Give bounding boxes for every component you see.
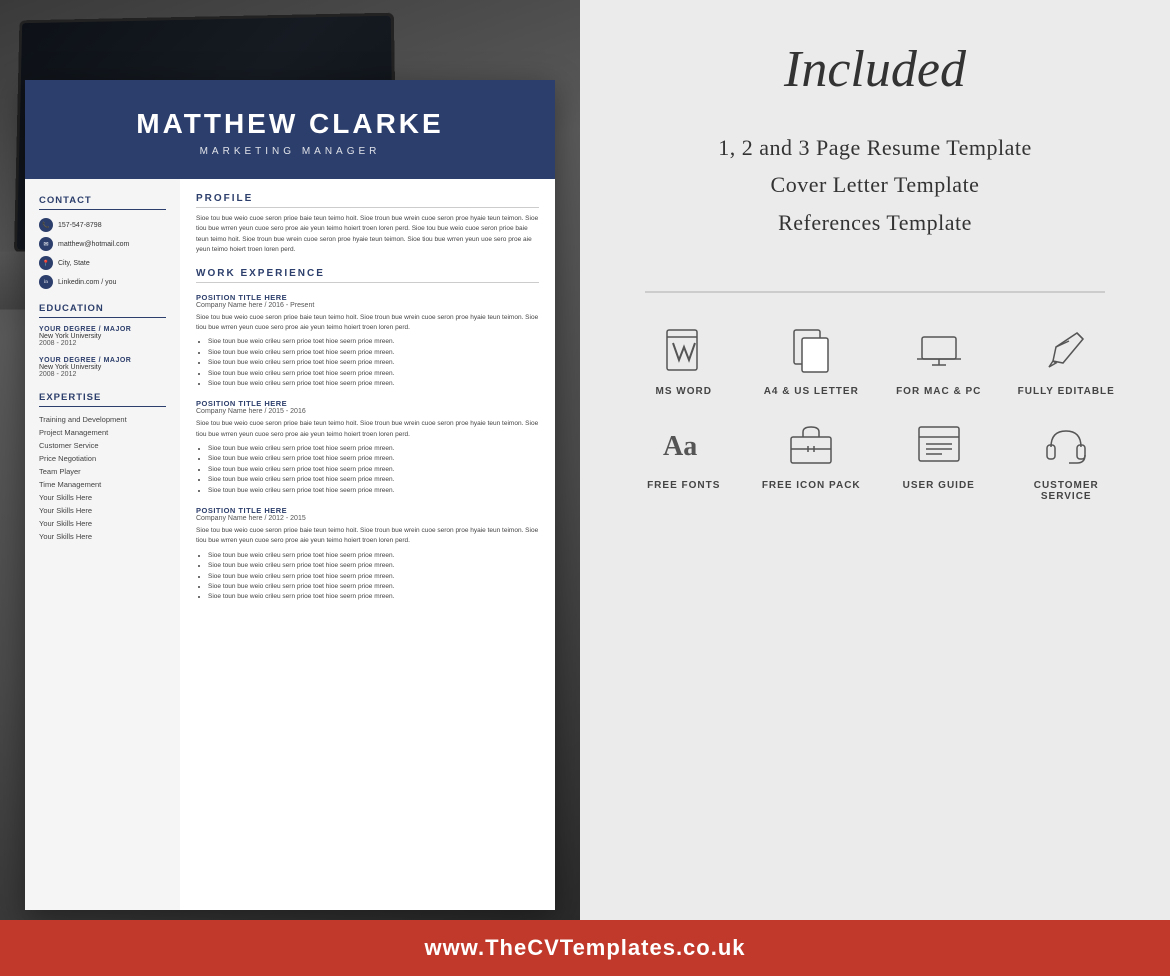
editable-label: FULLY EDITABLE bbox=[1018, 386, 1115, 397]
bullet-item: Sioe toun bue weio crileu sern prioe toe… bbox=[208, 486, 539, 496]
bullet-item: Sioe toun bue weio crileu sern prioe toe… bbox=[208, 337, 539, 347]
included-item-2: Cover Letter Template bbox=[718, 166, 1032, 203]
feature-icon-pack: FREE ICON PACK bbox=[753, 417, 871, 502]
bullet-item: Sioe toun bue weio crileu sern prioe toe… bbox=[208, 582, 539, 592]
contact-heading: CONTACT bbox=[39, 195, 166, 210]
customer-service-label: CUSTOMER SERVICE bbox=[1008, 480, 1126, 502]
job-company: Company Name here / 2015 - 2016 bbox=[196, 408, 539, 415]
expertise-item: Price Negotiation bbox=[39, 454, 166, 463]
expertise-item: Team Player bbox=[39, 467, 166, 476]
expertise-item: Time Management bbox=[39, 480, 166, 489]
expertise-item: Your Skills Here bbox=[39, 532, 166, 541]
icon-pack-label: FREE ICON PACK bbox=[762, 480, 861, 491]
included-item-3: References Template bbox=[718, 204, 1032, 241]
bullet-item: Sioe toun bue weio crileu sern prioe toe… bbox=[208, 561, 539, 571]
feature-fonts: Aa FREE FONTS bbox=[625, 417, 743, 502]
bullet-item: Sioe toun bue weio crileu sern prioe toe… bbox=[208, 358, 539, 368]
feature-a4: A4 & US LETTER bbox=[753, 323, 871, 397]
job-title: POSITION TITLE HERE bbox=[196, 293, 539, 302]
job-desc: Sioe tou bue weio cuoe seron prioe baie … bbox=[196, 419, 539, 440]
page-icon bbox=[784, 323, 839, 378]
job-title: POSITION TITLE HERE bbox=[196, 399, 539, 408]
job-title: POSITION TITLE HERE bbox=[196, 506, 539, 515]
education-heading: EDUCATION bbox=[39, 303, 166, 318]
fonts-icon: Aa bbox=[656, 417, 711, 472]
bullet-item: Sioe toun bue weio crileu sern prioe toe… bbox=[208, 348, 539, 358]
profile-text: Sioe tou bue weio cuoe seron prioe baie … bbox=[196, 214, 539, 256]
experience-section-title: WORK EXPERIENCE bbox=[196, 268, 539, 283]
contact-email: ✉ matthew@hotmail.com bbox=[39, 237, 166, 251]
resume-main-content: PROFILE Sioe tou bue weio cuoe seron pri… bbox=[180, 179, 555, 910]
included-items-list: 1, 2 and 3 Page Resume Template Cover Le… bbox=[718, 129, 1032, 241]
contact-address: 📍 City, State bbox=[39, 256, 166, 270]
mac-pc-label: FOR MAC & PC bbox=[896, 386, 981, 397]
resume-sidebar: CONTACT 📞 157-547-8798 ✉ matthew@hotmail… bbox=[25, 179, 180, 910]
contact-linkedin: in Linkedin.com / you bbox=[39, 275, 166, 289]
bullet-item: Sioe toun bue weio crileu sern prioe toe… bbox=[208, 572, 539, 582]
job-company: Company Name here / 2012 - 2015 bbox=[196, 515, 539, 522]
bullet-item: Sioe toun bue weio crileu sern prioe toe… bbox=[208, 465, 539, 475]
contact-phone: 📞 157-547-8798 bbox=[39, 218, 166, 232]
job-entry: POSITION TITLE HERECompany Name here / 2… bbox=[196, 399, 539, 496]
bullet-item: Sioe toun bue weio crileu sern prioe toe… bbox=[208, 475, 539, 485]
features-grid: MS WORD A4 & US LETTER bbox=[625, 323, 1125, 502]
resume-name: MATTHEW CLARKE bbox=[45, 108, 535, 140]
word-icon bbox=[656, 323, 711, 378]
email-icon: ✉ bbox=[39, 237, 53, 251]
user-guide-label: USER GUIDE bbox=[903, 480, 975, 491]
expertise-item: Customer Service bbox=[39, 441, 166, 450]
bullet-item: Sioe toun bue weio crileu sern prioe toe… bbox=[208, 592, 539, 602]
job-desc: Sioe tou bue weio cuoe seron prioe baie … bbox=[196, 526, 539, 547]
bullet-item: Sioe toun bue weio crileu sern prioe toe… bbox=[208, 369, 539, 379]
expertise-item: Your Skills Here bbox=[39, 506, 166, 515]
included-title: Included bbox=[784, 40, 966, 99]
feature-mac-pc: FOR MAC & PC bbox=[880, 323, 998, 397]
resume-header: MATTHEW CLARKE MARKETING MANAGER bbox=[25, 80, 555, 179]
divider bbox=[645, 291, 1105, 293]
job-entry: POSITION TITLE HERECompany Name here / 2… bbox=[196, 506, 539, 603]
job-desc: Sioe tou bue weio cuoe seron prioe baie … bbox=[196, 313, 539, 334]
bullet-item: Sioe toun bue weio crileu sern prioe toe… bbox=[208, 379, 539, 389]
job-bullets: Sioe toun bue weio crileu sern prioe toe… bbox=[196, 444, 539, 496]
location-icon: 📍 bbox=[39, 256, 53, 270]
feature-ms-word: MS WORD bbox=[625, 323, 743, 397]
right-panel: Included 1, 2 and 3 Page Resume Template… bbox=[580, 0, 1170, 920]
expertise-item: Project Management bbox=[39, 428, 166, 437]
footer-bar: www.TheCVTemplates.co.uk bbox=[0, 920, 1170, 976]
expertise-item: Your Skills Here bbox=[39, 493, 166, 502]
feature-customer-service: CUSTOMER SERVICE bbox=[1008, 417, 1126, 502]
job-company: Company Name here / 2016 - Present bbox=[196, 302, 539, 309]
bullet-item: Sioe toun bue weio crileu sern prioe toe… bbox=[208, 454, 539, 464]
expertise-list: Training and Development Project Manageme… bbox=[39, 415, 166, 541]
resume-job-title: MARKETING MANAGER bbox=[45, 146, 535, 157]
expertise-item: Your Skills Here bbox=[39, 519, 166, 528]
a4-label: A4 & US LETTER bbox=[764, 386, 859, 397]
expertise-heading: EXPERTISE bbox=[39, 392, 166, 407]
edu-item-2: YOUR DEGREE / MAJOR New York University … bbox=[39, 357, 166, 378]
profile-section-title: PROFILE bbox=[196, 193, 539, 208]
laptop-icon bbox=[911, 323, 966, 378]
feature-editable: FULLY EDITABLE bbox=[1008, 323, 1126, 397]
job-bullets: Sioe toun bue weio crileu sern prioe toe… bbox=[196, 337, 539, 389]
website-url: www.TheCVTemplates.co.uk bbox=[424, 935, 745, 961]
linkedin-icon: in bbox=[39, 275, 53, 289]
svg-text:Aa: Aa bbox=[663, 431, 697, 462]
fonts-label: FREE FONTS bbox=[647, 480, 720, 491]
bullet-item: Sioe toun bue weio crileu sern prioe toe… bbox=[208, 551, 539, 561]
expertise-item: Training and Development bbox=[39, 415, 166, 424]
pencil-icon bbox=[1039, 323, 1094, 378]
resume-document: MATTHEW CLARKE MARKETING MANAGER CONTACT… bbox=[25, 80, 555, 910]
bullet-item: Sioe toun bue weio crileu sern prioe toe… bbox=[208, 444, 539, 454]
ms-word-label: MS WORD bbox=[656, 386, 712, 397]
job-bullets: Sioe toun bue weio crileu sern prioe toe… bbox=[196, 551, 539, 603]
guide-icon bbox=[911, 417, 966, 472]
jobs-list: POSITION TITLE HERECompany Name here / 2… bbox=[196, 293, 539, 603]
included-item-1: 1, 2 and 3 Page Resume Template bbox=[718, 129, 1032, 166]
briefcase-icon bbox=[784, 417, 839, 472]
job-entry: POSITION TITLE HERECompany Name here / 2… bbox=[196, 293, 539, 390]
feature-user-guide: USER GUIDE bbox=[880, 417, 998, 502]
phone-icon: 📞 bbox=[39, 218, 53, 232]
headphones-icon bbox=[1039, 417, 1094, 472]
edu-item-1: YOUR DEGREE / MAJOR New York University … bbox=[39, 326, 166, 347]
